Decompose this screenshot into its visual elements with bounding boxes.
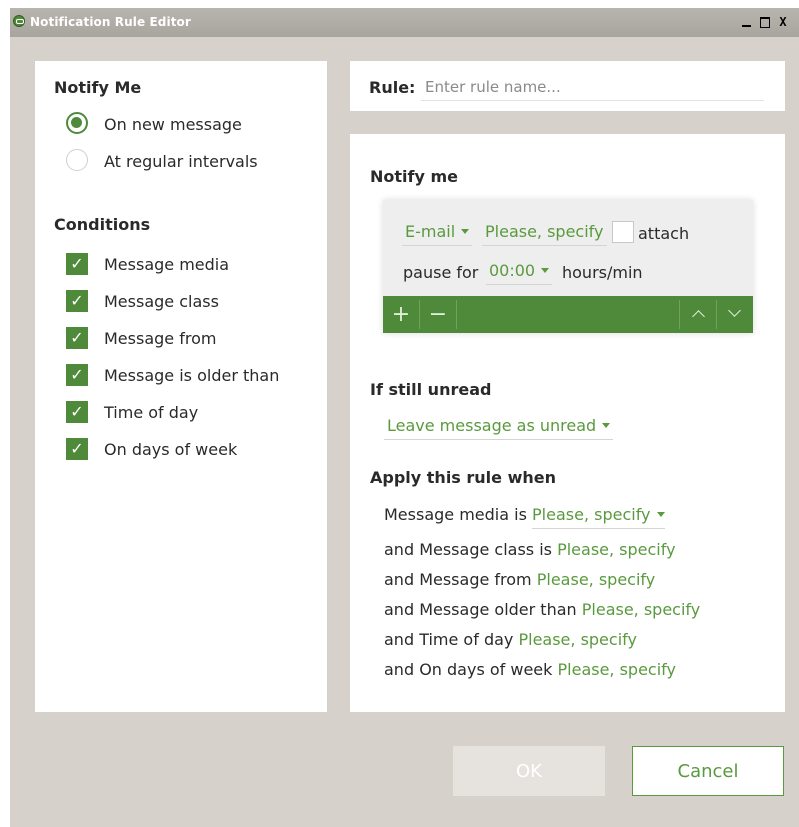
rule-condition-older-than: and Message older than Please, specify [384, 600, 700, 619]
checkbox-message-media[interactable]: ✓ [66, 253, 88, 275]
condition-message-older-than[interactable]: Message is older than [104, 366, 279, 385]
rule-name-input[interactable] [421, 73, 764, 101]
notify-me-section-heading: Notify me [370, 167, 458, 186]
remove-action-button[interactable]: − [420, 296, 456, 333]
radio-on-new-message[interactable] [66, 112, 88, 134]
notification-action-box: E-mail Please, specify attach pause for … [383, 200, 753, 333]
time-of-day-specify-link[interactable]: Please, specify [518, 630, 637, 649]
days-of-week-specify-link[interactable]: Please, specify [558, 660, 677, 679]
chevron-down-icon [728, 304, 741, 317]
pause-label: pause for [403, 263, 479, 282]
apply-rule-heading: Apply this rule when [370, 468, 556, 487]
target-specify-link[interactable]: Please, specify [482, 222, 607, 246]
condition-prefix: Message media is [384, 505, 527, 524]
condition-prefix: and Time of day [384, 630, 514, 649]
left-panel: Notify Me On new message At regular inte… [35, 61, 327, 712]
media-specify-dropdown[interactable]: Please, specify [532, 505, 665, 529]
chevron-up-icon [692, 310, 705, 323]
option-at-regular-intervals[interactable]: At regular intervals [104, 152, 258, 171]
checkbox-time-of-day[interactable]: ✓ [66, 401, 88, 423]
class-specify-link[interactable]: Please, specify [557, 540, 676, 559]
app-icon [13, 15, 25, 27]
add-action-button[interactable]: + [383, 296, 419, 333]
unread-action-dropdown[interactable]: Leave message as unread [384, 416, 614, 440]
method-value: E-mail [405, 222, 456, 241]
condition-prefix: and Message older than [384, 600, 577, 619]
notification-rule-editor-window: Notification Rule Editor X Notify Me On … [10, 8, 799, 827]
condition-message-from[interactable]: Message from [104, 329, 216, 348]
checkbox-days-of-week[interactable]: ✓ [66, 438, 88, 460]
method-dropdown[interactable]: E-mail [402, 222, 473, 246]
minimize-icon[interactable] [739, 14, 755, 30]
rule-condition-media: Message media is Please, specify [384, 505, 665, 529]
pause-unit-label: hours/min [562, 263, 643, 282]
option-on-new-message[interactable]: On new message [104, 115, 242, 134]
rule-name-panel: Rule: [350, 61, 785, 111]
rule-condition-days-of-week: and On days of week Please, specify [384, 660, 676, 679]
rule-label: Rule: [369, 78, 416, 97]
close-glyph: X [779, 15, 787, 29]
chevron-down-icon [656, 511, 665, 517]
checkbox-message-older-than[interactable]: ✓ [66, 364, 88, 386]
condition-message-class[interactable]: Message class [104, 292, 219, 311]
ok-button[interactable]: OK [453, 746, 605, 796]
unread-action-value: Leave message as unread [387, 416, 597, 435]
older-than-specify-link[interactable]: Please, specify [582, 600, 701, 619]
checkbox-message-class[interactable]: ✓ [66, 290, 88, 312]
move-up-button[interactable] [680, 296, 716, 333]
checkbox-message-from[interactable]: ✓ [66, 327, 88, 349]
from-specify-link[interactable]: Please, specify [537, 570, 656, 589]
attach-checkbox[interactable] [612, 221, 634, 243]
chevron-down-icon [461, 228, 470, 234]
rule-condition-time-of-day: and Time of day Please, specify [384, 630, 637, 649]
pause-time-dropdown[interactable]: 00:00 [486, 261, 553, 285]
title-bar[interactable]: Notification Rule Editor X [10, 8, 799, 37]
media-value: Please, specify [532, 505, 651, 524]
conditions-heading: Conditions [54, 215, 151, 234]
cancel-button[interactable]: Cancel [632, 746, 784, 796]
notify-me-heading: Notify Me [54, 78, 142, 97]
action-toolbar: + − [383, 296, 753, 333]
if-still-unread-heading: If still unread [370, 380, 492, 399]
maximize-icon[interactable] [757, 14, 773, 30]
condition-prefix: and Message from [384, 570, 532, 589]
rule-condition-class: and Message class is Please, specify [384, 540, 676, 559]
rule-condition-from: and Message from Please, specify [384, 570, 655, 589]
radio-at-regular-intervals[interactable] [66, 149, 88, 171]
toolbar-divider [456, 300, 457, 329]
condition-time-of-day[interactable]: Time of day [104, 403, 198, 422]
chevron-down-icon [541, 267, 550, 273]
attach-label: attach [638, 224, 690, 243]
window-title: Notification Rule Editor [30, 15, 191, 29]
condition-prefix: and Message class is [384, 540, 552, 559]
condition-message-media[interactable]: Message media [104, 255, 229, 274]
rule-details-panel: Notify me E-mail Please, specify attach … [350, 134, 785, 712]
chevron-down-icon [602, 422, 611, 428]
pause-time-value: 00:00 [489, 261, 536, 280]
condition-days-of-week[interactable]: On days of week [104, 440, 237, 459]
close-icon[interactable]: X [775, 14, 791, 30]
condition-prefix: and On days of week [384, 660, 553, 679]
move-down-button[interactable] [717, 296, 753, 333]
